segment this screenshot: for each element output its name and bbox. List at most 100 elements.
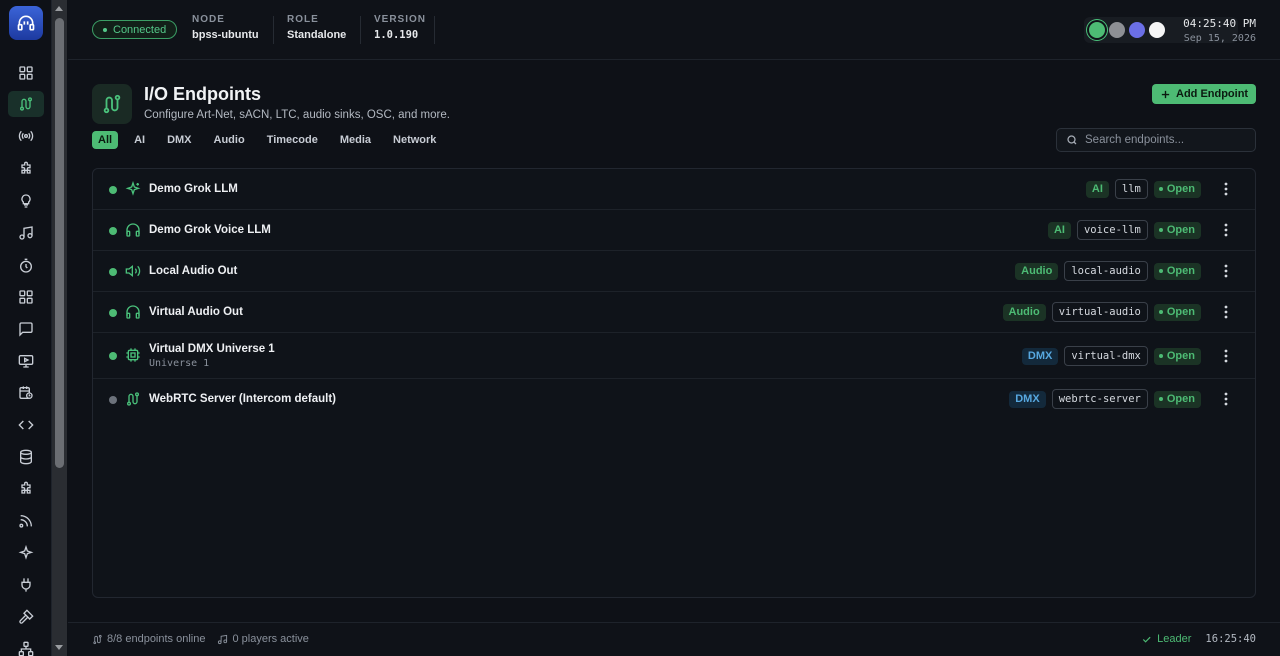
search-box: [1056, 128, 1256, 152]
endpoints-route-icon[interactable]: [8, 91, 44, 117]
players-active-label: 0 players active: [232, 633, 309, 645]
top-header: Connected NODE bpss-ubuntu ROLE Standalo…: [68, 0, 1280, 60]
scrollbar-thumb[interactable]: [55, 18, 64, 468]
state-badge: Open: [1153, 390, 1201, 408]
endpoint-row[interactable]: Virtual DMX Universe 1 Universe 1 DMX vi…: [93, 333, 1255, 379]
category-filter-tabs: All AI DMX Audio Timecode Media Network: [92, 131, 448, 149]
category-badge: DMX: [1009, 390, 1046, 408]
route-icon: [127, 392, 139, 406]
endpoint-name: Demo Grok Voice LLM: [149, 224, 271, 236]
filter-dmx[interactable]: DMX: [161, 131, 197, 149]
state-label: Open: [1166, 393, 1195, 405]
lightbulb-icon[interactable]: [14, 189, 38, 213]
state-badge: Open: [1153, 262, 1201, 280]
endpoint-row[interactable]: Virtual Audio Out Audio virtual-audio Op…: [93, 292, 1255, 333]
state-label: Open: [1166, 350, 1195, 362]
more-menu-icon[interactable]: [1217, 389, 1235, 409]
satellite-icon[interactable]: [14, 509, 38, 533]
footer-time: 16:25:40: [1205, 633, 1256, 645]
filter-all[interactable]: All: [92, 131, 119, 149]
filter-ai[interactable]: AI: [128, 131, 151, 149]
scroll-up-arrow-icon[interactable]: [55, 6, 63, 11]
sparkles-icon[interactable]: [14, 541, 38, 565]
theme-gray-swatch[interactable]: [1109, 22, 1125, 38]
status-dot: [103, 27, 107, 32]
online-status-dot: [109, 186, 117, 194]
role-info: ROLE Standalone: [287, 14, 346, 41]
endpoint-subname: Universe 1: [149, 358, 210, 369]
scroll-down-arrow-icon[interactable]: [55, 645, 63, 650]
message-icon[interactable]: [14, 317, 38, 341]
endpoint-row[interactable]: Local Audio Out Audio local-audio Open: [93, 251, 1255, 292]
endpoint-row[interactable]: Demo Grok Voice LLM AI voice-llm Open: [93, 210, 1255, 251]
music-note-icon[interactable]: [14, 221, 38, 245]
puzzle-icon[interactable]: [14, 157, 38, 181]
calendar-clock-icon[interactable]: [14, 381, 38, 405]
online-status-dot: [109, 352, 117, 360]
endpoint-type-code: local-audio: [1064, 261, 1148, 281]
endpoint-name: WebRTC Server (Intercom default): [149, 393, 337, 405]
code-icon[interactable]: [14, 413, 38, 437]
version-value: 1.0.190: [374, 29, 419, 41]
search-input[interactable]: [1085, 134, 1245, 146]
version-label: VERSION: [374, 14, 427, 25]
dashboard-icon[interactable]: [14, 61, 38, 85]
plugin-icon[interactable]: [14, 477, 38, 501]
endpoints-online-label: 8/8 endpoints online: [107, 633, 206, 645]
connection-status-badge: Connected: [92, 20, 178, 39]
add-endpoint-button[interactable]: Add Endpoint: [1152, 84, 1257, 104]
sidebar: [0, 0, 52, 656]
endpoint-row[interactable]: WebRTC Server (Intercom default) DMX web…: [93, 379, 1255, 420]
role-value: Standalone: [287, 29, 347, 41]
state-badge: Open: [1153, 303, 1201, 321]
category-badge: Audio: [1002, 303, 1046, 321]
state-label: Open: [1166, 183, 1195, 195]
endpoint-name: Local Audio Out: [149, 265, 238, 277]
broadcast-icon[interactable]: [14, 124, 38, 148]
sparkle-icon: [125, 181, 141, 196]
network-icon[interactable]: [14, 637, 38, 656]
category-badge: AI: [1047, 221, 1071, 239]
monitor-play-icon[interactable]: [14, 349, 38, 373]
category-badge: AI: [1085, 180, 1109, 198]
plug-icon[interactable]: [14, 573, 38, 597]
theme-green-swatch[interactable]: [1089, 22, 1105, 38]
state-label: Open: [1166, 224, 1195, 236]
divider: [360, 16, 361, 44]
divider: [434, 16, 435, 44]
more-menu-icon[interactable]: [1217, 346, 1235, 366]
endpoint-name: Virtual DMX Universe 1: [149, 343, 275, 355]
theme-light-swatch[interactable]: [1149, 22, 1165, 38]
theme-indigo-swatch[interactable]: [1129, 22, 1145, 38]
more-menu-icon[interactable]: [1217, 179, 1235, 199]
grid-icon[interactable]: [14, 285, 38, 309]
clock-date: Sep 15, 2026: [1183, 33, 1256, 44]
add-endpoint-label: Add Endpoint: [1176, 88, 1249, 100]
filter-audio[interactable]: Audio: [208, 131, 251, 149]
node-value: bpss-ubuntu: [192, 29, 259, 41]
state-label: Open: [1166, 306, 1195, 318]
endpoint-name: Demo Grok LLM: [149, 183, 238, 195]
more-menu-icon[interactable]: [1217, 302, 1235, 322]
clock-time: 04:25:40 PM: [1183, 17, 1256, 30]
filter-media[interactable]: Media: [334, 131, 377, 149]
hammer-icon[interactable]: [14, 605, 38, 629]
timer-icon[interactable]: [14, 254, 38, 278]
endpoint-row[interactable]: Demo Grok LLM AI llm Open: [93, 169, 1255, 210]
search-icon: [1067, 135, 1077, 145]
header-clock: 04:25:40 PM Sep 15, 2026: [1183, 17, 1256, 44]
more-menu-icon[interactable]: [1217, 261, 1235, 281]
endpoint-type-code: webrtc-server: [1051, 389, 1148, 409]
route-icon: [93, 634, 102, 644]
sidebar-scrollbar[interactable]: [52, 0, 67, 656]
app-logo[interactable]: [9, 6, 43, 40]
page-subtitle: Configure Art-Net, sACN, LTC, audio sink…: [144, 109, 450, 121]
filter-timecode[interactable]: Timecode: [261, 131, 324, 149]
database-icon[interactable]: [14, 445, 38, 469]
category-badge: Audio: [1015, 262, 1059, 280]
headphones-icon: [126, 223, 140, 237]
state-badge: Open: [1153, 221, 1201, 239]
filter-network[interactable]: Network: [387, 131, 442, 149]
more-menu-icon[interactable]: [1217, 220, 1235, 240]
connection-status-label: Connected: [113, 23, 167, 36]
